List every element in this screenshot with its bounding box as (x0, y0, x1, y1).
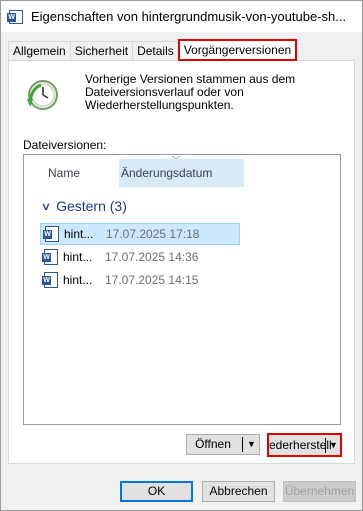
column-header: Name ﹀ Änderungsdatum (24, 156, 340, 187)
window-title: Eigenschaften von hintergrundmusik-von-y… (31, 9, 347, 24)
version-date: 17.07.2025 14:15 (105, 273, 199, 287)
dropdown-arrow-icon[interactable]: ▼ (247, 435, 256, 454)
restore-button[interactable]: ederherstell ▼ (267, 433, 342, 457)
split-divider (325, 438, 326, 453)
column-name[interactable]: Name (34, 159, 114, 187)
word-document-icon: W (7, 9, 23, 24)
versions-list[interactable]: Name ﹀ Änderungsdatum ∨ Gestern (3) W hi… (23, 154, 341, 425)
open-button-label: Öffnen (195, 437, 231, 451)
version-date: 17.07.2025 14:36 (105, 250, 199, 264)
tab-sicherheit[interactable]: Sicherheit (69, 41, 134, 61)
word-document-icon: W (42, 272, 58, 288)
title-bar: W Eigenschaften von hintergrundmusik-von… (1, 1, 362, 32)
group-header-yesterday[interactable]: ∨ Gestern (3) (40, 198, 127, 214)
file-versions-label: Dateiversionen: (23, 138, 107, 152)
tab-vorgaengerversionen[interactable]: Vorgängerversionen (177, 39, 298, 61)
open-button[interactable]: Öffnen ▼ (186, 434, 260, 455)
version-name: hint... (63, 273, 93, 287)
version-name: hint... (63, 250, 93, 264)
split-divider (242, 437, 243, 452)
clock-restore-icon (27, 80, 58, 110)
version-row[interactable]: W hint... 17.07.2025 14:36 (40, 246, 240, 268)
column-date[interactable]: ﹀ Änderungsdatum (119, 156, 244, 187)
properties-dialog: W Eigenschaften von hintergrundmusik-von… (0, 0, 363, 511)
apply-button: Übernehmen (283, 481, 356, 502)
tab-strip: Allgemein Sicherheit Details Vorgängerve… (8, 39, 298, 61)
version-date: 17.07.2025 17:18 (106, 227, 200, 241)
ok-button[interactable]: OK (120, 481, 193, 502)
info-text: Vorherige Versionen stammen aus dem Date… (85, 72, 296, 112)
word-document-icon: W (42, 249, 58, 265)
sort-arrow-icon: ﹀ (172, 156, 180, 165)
restore-button-label: ederherstell (269, 438, 332, 452)
word-document-icon: W (43, 226, 59, 242)
tab-allgemein[interactable]: Allgemein (8, 41, 71, 61)
dropdown-arrow-icon[interactable]: ▼ (329, 435, 338, 455)
version-name: hint... (64, 227, 94, 241)
column-date-label: Änderungsdatum (121, 166, 213, 180)
chevron-down-icon: ∨ (40, 200, 52, 213)
group-label: Gestern (3) (56, 198, 127, 214)
version-row[interactable]: W hint... 17.07.2025 14:15 (40, 269, 240, 291)
tab-details[interactable]: Details (132, 41, 179, 61)
version-row[interactable]: W hint... 17.07.2025 17:18 (40, 223, 240, 245)
tab-panel: Vorherige Versionen stammen aus dem Date… (8, 60, 355, 464)
cancel-button[interactable]: Abbrechen (202, 481, 275, 502)
